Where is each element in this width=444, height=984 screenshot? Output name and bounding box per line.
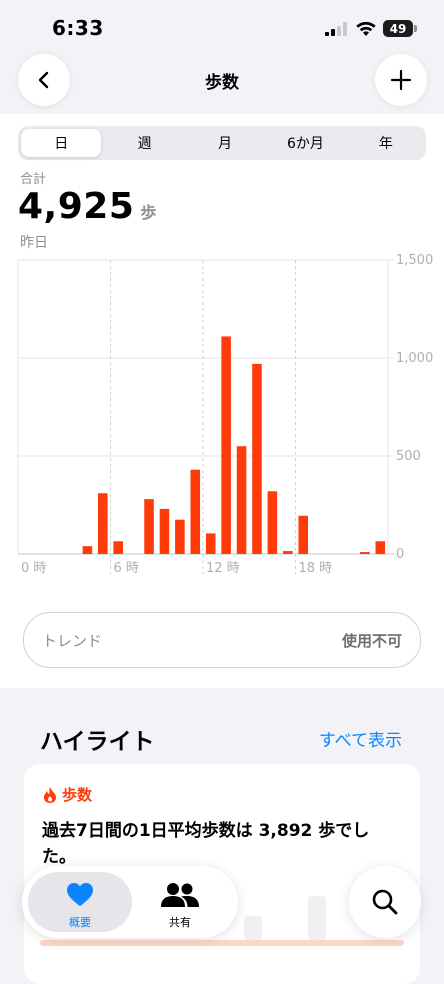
x-tick-label: 6 時: [114, 561, 139, 576]
chart-bar: [252, 363, 262, 554]
highlight-category-label: 歩数: [62, 786, 93, 804]
highlight-category: 歩数: [42, 784, 92, 805]
y-tick-label: 1,000: [396, 351, 433, 366]
steps-bar-chart[interactable]: 1,500 1,000 500 0 0 時 6 時 12 時 18 時: [0, 254, 444, 584]
chart-bar: [221, 336, 231, 554]
plus-icon: [390, 69, 412, 91]
chart-bar: [205, 533, 216, 554]
segment-week[interactable]: 週: [104, 126, 184, 160]
trend-row[interactable]: トレンド 使用不可: [23, 612, 421, 668]
x-tick-label: 18 時: [299, 561, 333, 576]
chart-bar: [283, 551, 293, 554]
people-icon: [161, 883, 199, 907]
highlight-mini-bar: [244, 916, 262, 940]
date-label: 昨日: [20, 235, 48, 251]
tab-bar: 概要 共有: [22, 866, 238, 938]
segment-year[interactable]: 年: [346, 126, 426, 160]
wifi-icon: [356, 21, 376, 36]
add-data-button[interactable]: [375, 54, 427, 106]
chart-bar: [175, 519, 185, 554]
tab-sharing[interactable]: 共有: [128, 872, 232, 932]
highlight-text: 過去7日間の1日平均歩数は 3,892 歩でした。: [42, 821, 370, 867]
total-steps: 4,925 歩: [18, 186, 157, 227]
tab-sharing-label: 共有: [169, 916, 191, 929]
chart-bar: [360, 552, 370, 554]
battery-indicator: 49: [383, 20, 417, 37]
highlights-heading: ハイライト: [40, 729, 155, 755]
navigation-bar: 歩数: [0, 52, 444, 108]
chart-bar: [98, 493, 108, 554]
tab-summary-label: 概要: [69, 916, 91, 929]
y-tick-label: 1,500: [396, 254, 433, 268]
chart-bar: [144, 499, 154, 554]
trend-label: トレンド: [42, 632, 103, 650]
status-bar: 6:33 49: [0, 0, 444, 56]
search-icon: [372, 889, 398, 915]
search-button[interactable]: [349, 866, 421, 938]
total-label: 合計: [20, 172, 47, 187]
status-time: 6:33: [52, 16, 104, 40]
tab-summary[interactable]: 概要: [28, 872, 132, 932]
total-steps-value: 4,925: [18, 186, 135, 227]
chart-bar: [159, 508, 170, 554]
chart-bar: [236, 446, 247, 554]
segment-month[interactable]: 月: [185, 126, 265, 160]
segment-6-months[interactable]: 6か月: [265, 126, 345, 160]
y-tick-label: 0: [396, 547, 404, 562]
period-segmented-control: 日 週 月 6か月 年: [18, 126, 426, 160]
cellular-signal-icon: [325, 22, 347, 36]
y-tick-label: 500: [396, 449, 421, 464]
chart-bar: [113, 541, 123, 554]
show-all-link[interactable]: すべて表示: [319, 726, 402, 751]
heart-icon: [67, 883, 93, 906]
x-tick-label: 0 時: [21, 561, 46, 576]
x-tick-label: 12 時: [206, 561, 240, 576]
trend-value: 使用不可: [341, 632, 402, 650]
chart-bar: [375, 541, 386, 554]
highlight-progress-track: [40, 940, 404, 946]
segment-day[interactable]: 日: [21, 129, 102, 157]
chart-bar: [267, 491, 278, 554]
flame-icon: [44, 786, 56, 803]
highlight-mini-bar: [308, 896, 326, 940]
steps-chart-card: 日 週 月 6か月 年 合計 4,925 歩 昨日 1,500 1,000 500 0 0…: [0, 114, 444, 688]
chart-bar: [190, 469, 201, 554]
chart-bar: [298, 515, 308, 554]
total-steps-unit: 歩: [140, 203, 157, 222]
chart-bar: [82, 546, 93, 554]
